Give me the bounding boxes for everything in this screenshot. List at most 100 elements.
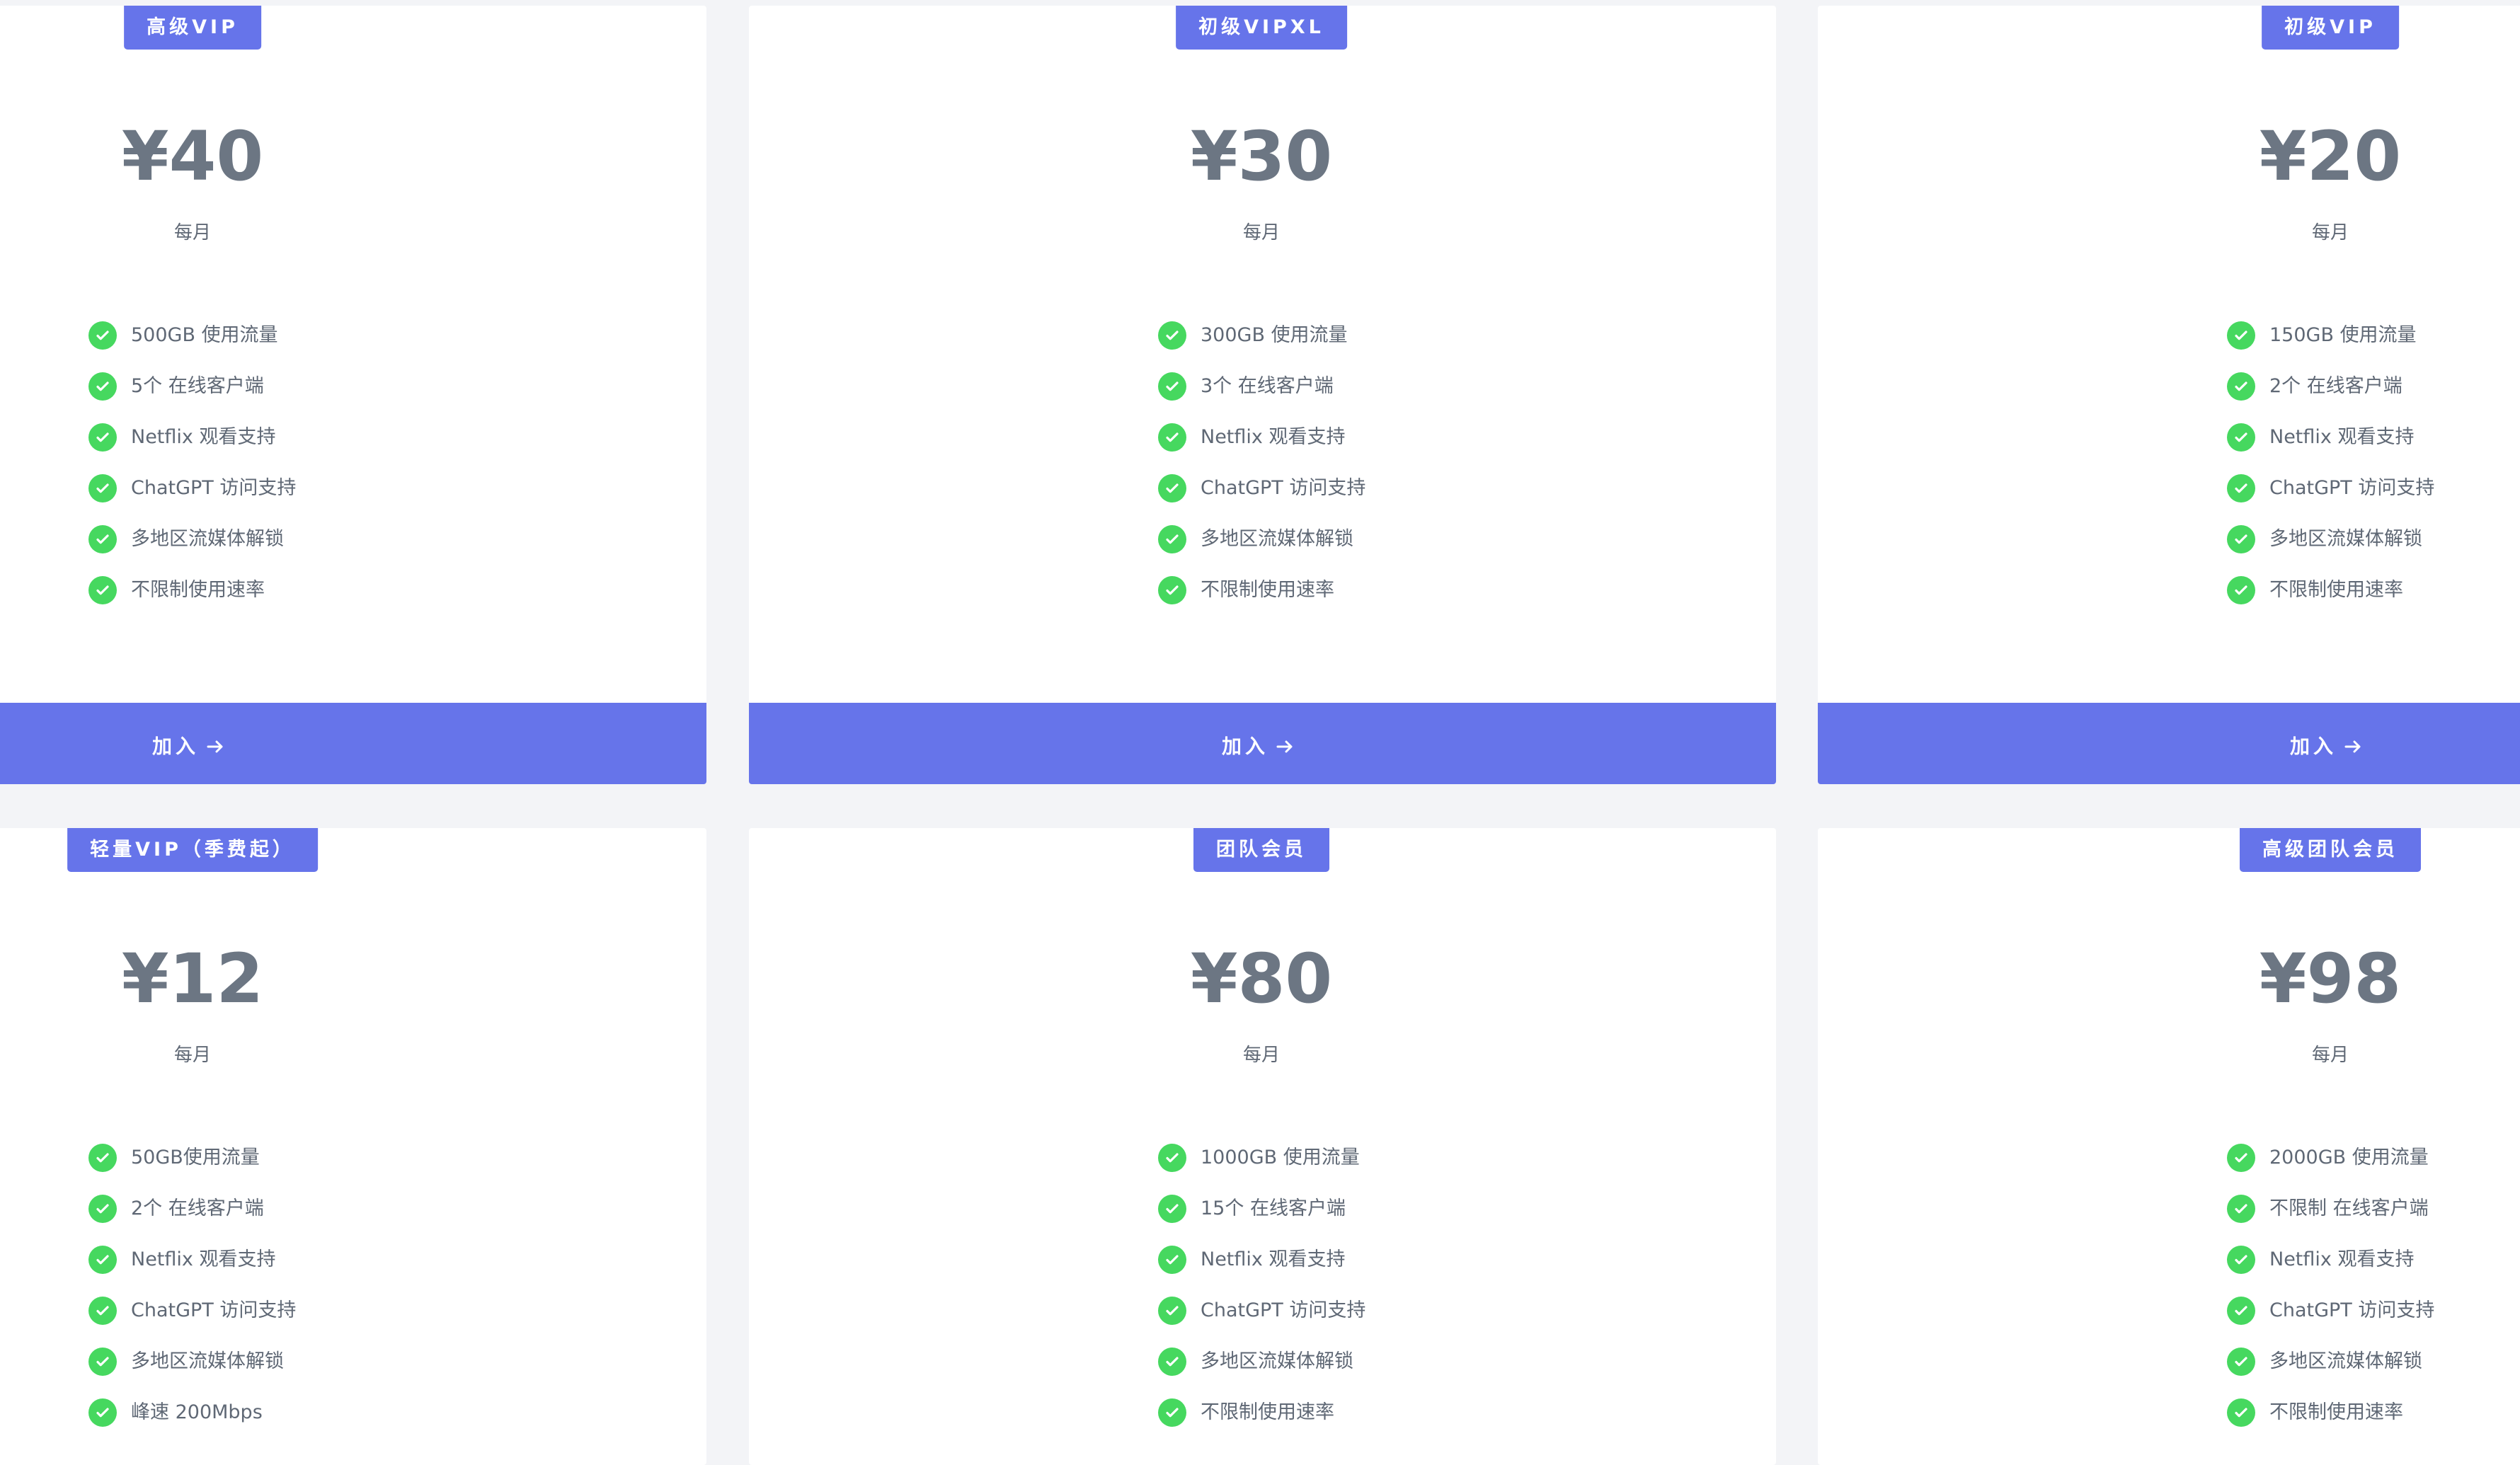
plan-badge: 高级团队会员 [2240, 828, 2421, 872]
pricing-card-lite-vip: 轻量VIP（季费起） ¥12 每月 50GB使用流量 2个 在线客户端 Netf… [0, 828, 706, 1465]
pricing-page: { "plans": [ { "badge": "高级VIP", "price"… [0, 0, 2520, 1465]
pricing-card-basic-vip: 初级VIP ¥20 每月 150GB 使用流量 2个 在线客户端 Netflix… [1818, 6, 2520, 784]
feature-item: 15个 在线客户端 [1158, 1183, 1365, 1234]
feature-text: 不限制使用速率 [2269, 1401, 2403, 1423]
check-circle-icon [2227, 1398, 2255, 1427]
feature-item: 500GB 使用流量 [88, 310, 296, 361]
feature-item: Netflix 观看支持 [1158, 1234, 1365, 1285]
check-circle-icon [88, 1297, 117, 1325]
feature-text: Netflix 观看支持 [2269, 426, 2415, 448]
plan-price: ¥40 [121, 117, 264, 196]
pricing-card-premium-team-member: 高级团队会员 ¥98 每月 2000GB 使用流量 不限制 在线客户端 Netf… [1818, 828, 2520, 1465]
check-circle-icon [1158, 1348, 1186, 1376]
check-circle-icon [88, 321, 117, 350]
feature-text: 不限制 在线客户端 [2269, 1197, 2429, 1219]
check-circle-icon [1158, 423, 1186, 452]
pricing-card-team-member: 团队会员 ¥80 每月 1000GB 使用流量 15个 在线客户端 Netfli… [749, 828, 1776, 1465]
feature-text: 多地区流媒体解锁 [1201, 528, 1353, 550]
feature-text: ChatGPT 访问支持 [1201, 477, 1366, 499]
check-circle-icon [1158, 1144, 1186, 1172]
check-circle-icon [88, 576, 117, 604]
feature-text: 不限制使用速率 [1201, 579, 1334, 601]
feature-item: ChatGPT 访问支持 [2227, 1285, 2434, 1336]
plan-price: ¥98 [2259, 939, 2402, 1018]
check-circle-icon [88, 1246, 117, 1274]
feature-item: 不限制 在线客户端 [2227, 1183, 2434, 1234]
feature-text: 多地区流媒体解锁 [2269, 1350, 2422, 1372]
feature-item: 3个 在线客户端 [1158, 361, 1365, 412]
arrow-right-icon [2342, 735, 2364, 758]
feature-text: 多地区流媒体解锁 [2269, 528, 2422, 550]
feature-item: 1000GB 使用流量 [1158, 1132, 1365, 1183]
feature-item: 多地区流媒体解锁 [2227, 514, 2434, 565]
check-circle-icon [88, 474, 117, 502]
plan-badge: 轻量VIP（季费起） [67, 828, 318, 872]
check-circle-icon [1158, 474, 1186, 502]
check-circle-icon [1158, 1297, 1186, 1325]
check-circle-icon [88, 1144, 117, 1172]
feature-text: Netflix 观看支持 [1201, 1248, 1346, 1270]
feature-text: 2个 在线客户端 [2269, 375, 2402, 397]
feature-item: 不限制使用速率 [1158, 1387, 1365, 1438]
plan-price: ¥20 [2259, 117, 2402, 196]
feature-item: 2个 在线客户端 [88, 1183, 296, 1234]
check-circle-icon [2227, 423, 2255, 452]
feature-text: ChatGPT 访问支持 [2269, 477, 2435, 499]
feature-item: 多地区流媒体解锁 [88, 1336, 296, 1387]
check-circle-icon [88, 525, 117, 553]
join-button-label: 加入 [2290, 735, 2337, 758]
plan-badge: 初级VIPXL [1176, 6, 1347, 50]
feature-item: Netflix 观看支持 [2227, 412, 2434, 463]
check-circle-icon [1158, 321, 1186, 350]
plan-badge: 初级VIP [2262, 6, 2399, 50]
feature-list: 1000GB 使用流量 15个 在线客户端 Netflix 观看支持 ChatG… [1158, 1132, 1365, 1438]
plan-period: 每月 [1242, 222, 1281, 243]
feature-text: Netflix 观看支持 [131, 426, 276, 448]
feature-text: Netflix 观看支持 [131, 1248, 276, 1270]
feature-list: 50GB使用流量 2个 在线客户端 Netflix 观看支持 ChatGPT 访… [88, 1132, 296, 1438]
feature-item: 50GB使用流量 [88, 1132, 296, 1183]
arrow-right-icon [204, 735, 227, 758]
plan-price: ¥30 [1190, 117, 1333, 196]
feature-item: Netflix 观看支持 [88, 412, 296, 463]
plan-badge: 团队会员 [1193, 828, 1329, 872]
check-circle-icon [1158, 525, 1186, 553]
check-circle-icon [2227, 1297, 2255, 1325]
feature-item: 峰速 200Mbps [88, 1387, 296, 1438]
feature-item: ChatGPT 访问支持 [88, 1285, 296, 1336]
feature-text: ChatGPT 访问支持 [131, 477, 297, 499]
feature-text: Netflix 观看支持 [1201, 426, 1346, 448]
feature-text: 多地区流媒体解锁 [131, 1350, 284, 1372]
feature-list: 500GB 使用流量 5个 在线客户端 Netflix 观看支持 ChatGPT… [88, 310, 296, 616]
join-button[interactable]: 加入 [0, 703, 706, 784]
pricing-card-premium-vip: 高级VIP ¥40 每月 500GB 使用流量 5个 在线客户端 Netflix… [0, 6, 706, 784]
check-circle-icon [2227, 1195, 2255, 1223]
check-circle-icon [88, 1398, 117, 1427]
feature-item: ChatGPT 访问支持 [1158, 1285, 1365, 1336]
feature-text: 50GB使用流量 [131, 1147, 260, 1168]
feature-item: 2000GB 使用流量 [2227, 1132, 2434, 1183]
check-circle-icon [2227, 1144, 2255, 1172]
feature-text: 2000GB 使用流量 [2269, 1147, 2429, 1168]
feature-text: ChatGPT 访问支持 [131, 1299, 297, 1321]
feature-item: 不限制使用速率 [2227, 1387, 2434, 1438]
join-button[interactable]: 加入 [749, 703, 1776, 784]
plan-period: 每月 [2311, 222, 2349, 243]
feature-text: 500GB 使用流量 [131, 324, 278, 346]
feature-item: 150GB 使用流量 [2227, 310, 2434, 361]
feature-text: 1000GB 使用流量 [1201, 1147, 1360, 1168]
check-circle-icon [1158, 576, 1186, 604]
join-button[interactable]: 加入 [1818, 703, 2520, 784]
check-circle-icon [1158, 1246, 1186, 1274]
check-circle-icon [2227, 372, 2255, 401]
feature-item: 多地区流媒体解锁 [88, 514, 296, 565]
feature-text: 不限制使用速率 [131, 579, 265, 601]
feature-item: 2个 在线客户端 [2227, 361, 2434, 412]
check-circle-icon [88, 423, 117, 452]
feature-item: Netflix 观看支持 [2227, 1234, 2434, 1285]
feature-item: 多地区流媒体解锁 [2227, 1336, 2434, 1387]
feature-text: ChatGPT 访问支持 [1201, 1299, 1366, 1321]
feature-item: Netflix 观看支持 [88, 1234, 296, 1285]
feature-text: 不限制使用速率 [2269, 579, 2403, 601]
feature-item: ChatGPT 访问支持 [2227, 463, 2434, 514]
